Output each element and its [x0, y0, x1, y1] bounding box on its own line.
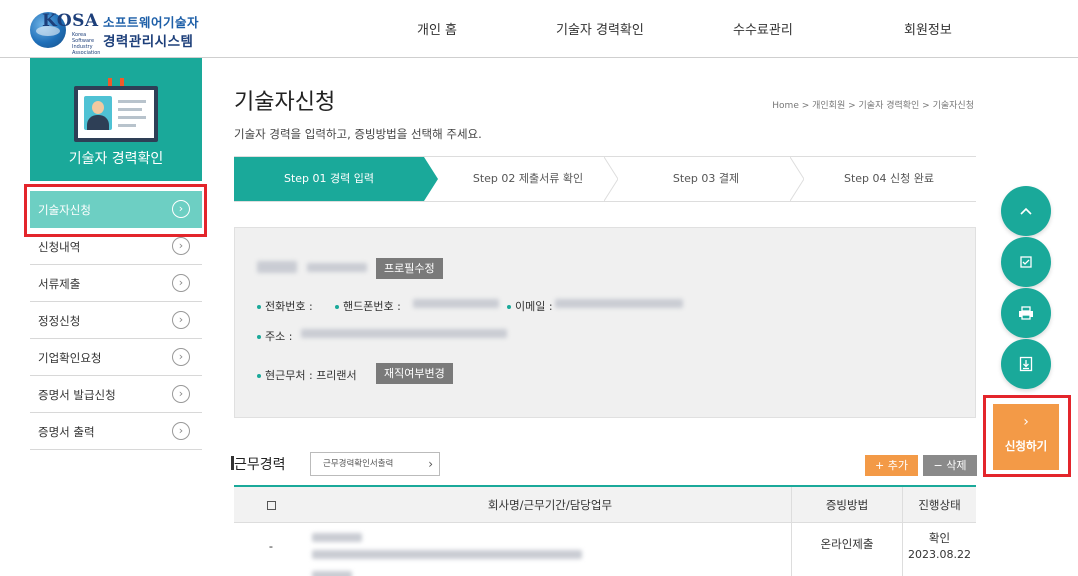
- row-marker: -: [268, 539, 274, 553]
- header-company: 회사명/근무기간/담당업무: [487, 498, 613, 512]
- sidebar-item-label: 서류제출: [38, 277, 81, 291]
- edit-profile-button[interactable]: 프로필수정: [376, 258, 443, 279]
- top-header: KOSA Korea Software Industry Association…: [0, 0, 1078, 58]
- breadcrumb: Home > 개인회원 > 기술자 경력확인 > 기술자신청: [772, 101, 974, 111]
- sidebar-item-application-history[interactable]: 신청내역 ›: [30, 228, 202, 265]
- sidebar-title: 기술자 경력확인: [68, 151, 164, 167]
- row-date: 2023.08.22: [908, 548, 971, 561]
- apply-button[interactable]: › 신청하기: [993, 404, 1059, 470]
- chevron-right-icon: ›: [172, 237, 190, 255]
- address-label: 주소 :: [257, 328, 292, 344]
- chevron-right-icon: ›: [172, 311, 190, 329]
- apply-button-label: 신청하기: [1004, 439, 1048, 453]
- download-icon: [1019, 356, 1033, 371]
- row-method: 온라인제출: [820, 537, 874, 551]
- header-select-all: [234, 487, 308, 522]
- step-1: Step 01 경력 입력: [234, 157, 424, 201]
- step-4: Step 04 신청 완료: [843, 172, 934, 185]
- print-career-button[interactable]: 근무경력확인서출력 ›: [310, 452, 440, 476]
- sidebar-item-document-submit[interactable]: 서류제출 ›: [30, 265, 202, 302]
- blurred-address: [301, 329, 507, 338]
- workplace-label: 현근무처 : 프리랜서: [257, 367, 357, 383]
- sidebar-item-label: 증명서 발급신청: [38, 388, 116, 402]
- career-section-title: 근무경력: [231, 454, 286, 474]
- blurred-email: [555, 299, 683, 308]
- chevron-up-icon: [1020, 207, 1032, 215]
- row-company-info: [308, 523, 792, 576]
- page-title: 기술자신청: [234, 90, 336, 115]
- chevron-right-icon: ›: [428, 457, 433, 471]
- sidebar-item-label: 기업확인요청: [38, 351, 102, 365]
- step-2: Step 02 제출서류 확인: [472, 172, 584, 185]
- sidebar-hero: 기술자 경력확인: [30, 58, 202, 181]
- sidebar-item-technician-apply[interactable]: 기술자신청 ›: [30, 191, 202, 228]
- logo-line2: 경력관리시스템: [103, 34, 194, 50]
- phone-label: 전화번호 :: [257, 298, 313, 314]
- download-button[interactable]: [1001, 339, 1051, 389]
- header-method: 증빙방법: [825, 498, 869, 512]
- sidebar-item-label: 신청내역: [38, 240, 81, 254]
- sidebar-item-label: 기술자신청: [38, 203, 91, 217]
- table-row[interactable]: - 온라인제출 확인 2023.08.22: [234, 523, 976, 576]
- sidebar-item-correction[interactable]: 정정신청 ›: [30, 302, 202, 339]
- print-career-label: 근무경력확인서출력: [323, 459, 394, 469]
- chevron-right-icon: ›: [172, 348, 190, 366]
- step-divider: [790, 157, 804, 201]
- checklist-button[interactable]: [1001, 237, 1051, 287]
- step-3: Step 03 결제: [672, 172, 740, 185]
- career-table: 회사명/근무기간/담당업무 증빙방법 진행상태 - 온라인제출 확인 2023.…: [234, 485, 976, 576]
- scroll-top-button[interactable]: [1001, 186, 1051, 236]
- chevron-right-icon: ›: [172, 274, 190, 292]
- print-button[interactable]: [1001, 288, 1051, 338]
- checklist-icon: [1020, 255, 1032, 268]
- step-progress: Step 01 경력 입력 Step 02 제출서류 확인 Step 03 결제…: [234, 156, 976, 202]
- profile-box: 프로필수정 전화번호 : 핸드폰번호 : 이메일 : 주소 : 현근무처 : 프…: [234, 227, 976, 418]
- row-status: 확인: [928, 531, 951, 545]
- nav-fee-management[interactable]: 수수료관리: [733, 19, 793, 38]
- blurred-mobile: [413, 299, 499, 308]
- sidebar-item-label: 증명서 출력: [38, 425, 95, 439]
- blurred-id: [307, 263, 367, 272]
- mobile-label: 핸드폰번호 :: [335, 298, 401, 314]
- email-label: 이메일 :: [507, 298, 553, 314]
- sidebar-item-label: 정정신청: [38, 314, 81, 328]
- sidebar-item-company-confirm[interactable]: 기업확인요청 ›: [30, 339, 202, 376]
- logo-brand: KOSA: [42, 11, 99, 31]
- kosa-logo[interactable]: KOSA Korea Software Industry Association…: [30, 10, 210, 56]
- logo-sub: Korea Software Industry Association: [72, 32, 101, 56]
- sidebar-item-certificate-request[interactable]: 증명서 발급신청 ›: [30, 376, 202, 413]
- nav-career-check[interactable]: 기술자 경력확인: [556, 19, 644, 38]
- chevron-right-icon: ›: [1023, 414, 1029, 430]
- sidebar-menu: 기술자신청 › 신청내역 › 서류제출 › 정정신청 › 기업확인요청 › 증명…: [30, 191, 202, 450]
- select-all-checkbox[interactable]: [266, 501, 276, 510]
- step-divider: [604, 157, 618, 201]
- add-career-button[interactable]: + 추가: [865, 455, 918, 476]
- chevron-right-icon: ›: [172, 385, 190, 403]
- page-description: 기술자 경력을 입력하고, 증빙방법을 선택해 주세요.: [234, 127, 482, 141]
- id-badge-icon: [74, 78, 158, 142]
- row-status-cell: 확인 2023.08.22: [903, 523, 976, 576]
- step-arrow-active: [424, 157, 438, 201]
- blurred-name: [257, 261, 297, 273]
- logo-line1: 소프트웨어기술자: [103, 15, 200, 30]
- print-icon: [1019, 305, 1033, 320]
- delete-career-button[interactable]: − 삭제: [923, 455, 977, 476]
- nav-personal-home[interactable]: 개인 홈: [417, 19, 457, 38]
- employment-status-button[interactable]: 재직여부변경: [376, 363, 453, 384]
- chevron-right-icon: ›: [172, 200, 190, 218]
- nav-member-info[interactable]: 회원정보: [904, 19, 952, 38]
- sidebar-item-certificate-print[interactable]: 증명서 출력 ›: [30, 413, 202, 450]
- header-status: 진행상태: [918, 498, 961, 512]
- table-header: 회사명/근무기간/담당업무 증빙방법 진행상태: [234, 485, 976, 523]
- chevron-right-icon: ›: [172, 422, 190, 440]
